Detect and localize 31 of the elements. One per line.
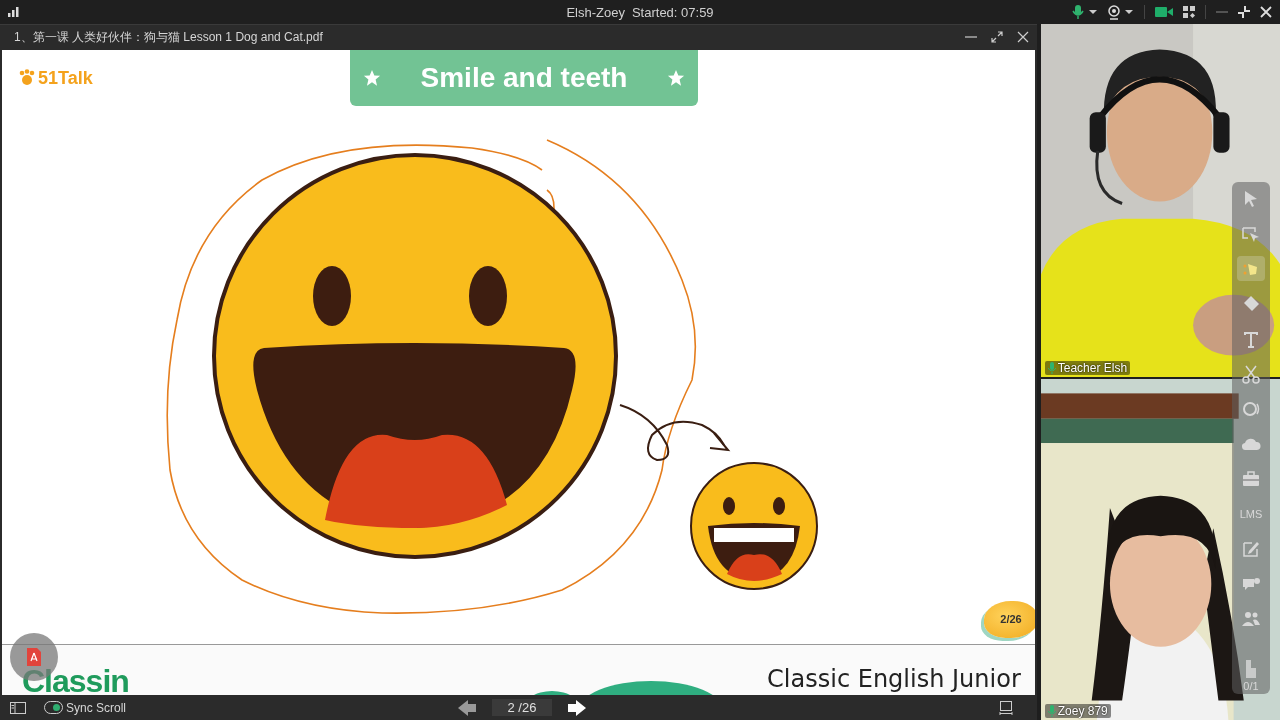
- page-badge: 2/26: [984, 600, 1035, 638]
- webcam-icon[interactable]: [1108, 4, 1134, 20]
- star-icon: [362, 68, 381, 87]
- microphone-icon: [1047, 362, 1056, 374]
- classin-logo: Classin: [22, 664, 129, 696]
- footer-text: Classic English Junior: [767, 666, 1021, 691]
- brand-logo: 51Talk: [38, 67, 93, 89]
- microphone-icon[interactable]: [1072, 4, 1098, 20]
- session-time: Started: 07:59: [631, 4, 714, 20]
- star-icon: [667, 68, 686, 87]
- next-page-button[interactable]: [566, 699, 586, 716]
- participant-name: Teacher Elsh: [1057, 361, 1128, 375]
- fit-width-icon[interactable]: [998, 700, 1013, 715]
- sync-scroll-toggle[interactable]: Sync Scroll: [44, 700, 127, 715]
- signal-icon: [8, 7, 20, 17]
- page-field[interactable]: 2 /26: [492, 699, 552, 717]
- restore-icon[interactable]: [1238, 6, 1250, 18]
- close-icon[interactable]: [1016, 31, 1029, 44]
- microphone-icon: [1047, 705, 1056, 717]
- document-title: 1、第一课 人类好伙伴：狗与猫 Lesson 1 Dog and Cat.pdf: [14, 29, 323, 46]
- paw-icon: [18, 69, 36, 88]
- previous-page-button[interactable]: [458, 699, 478, 716]
- slide-heading: Smile and teeth: [420, 61, 628, 94]
- expand-icon[interactable]: [990, 31, 1003, 44]
- sidebar-icon[interactable]: [10, 701, 26, 714]
- participant-name: Zoey 879: [1057, 704, 1108, 718]
- session-name: Elsh-Zoey: [566, 4, 625, 20]
- grid-icon[interactable]: [1183, 6, 1195, 18]
- close-icon[interactable]: [1260, 6, 1272, 18]
- pdf-icon: [27, 647, 41, 666]
- video-camera-icon[interactable]: [1155, 6, 1173, 18]
